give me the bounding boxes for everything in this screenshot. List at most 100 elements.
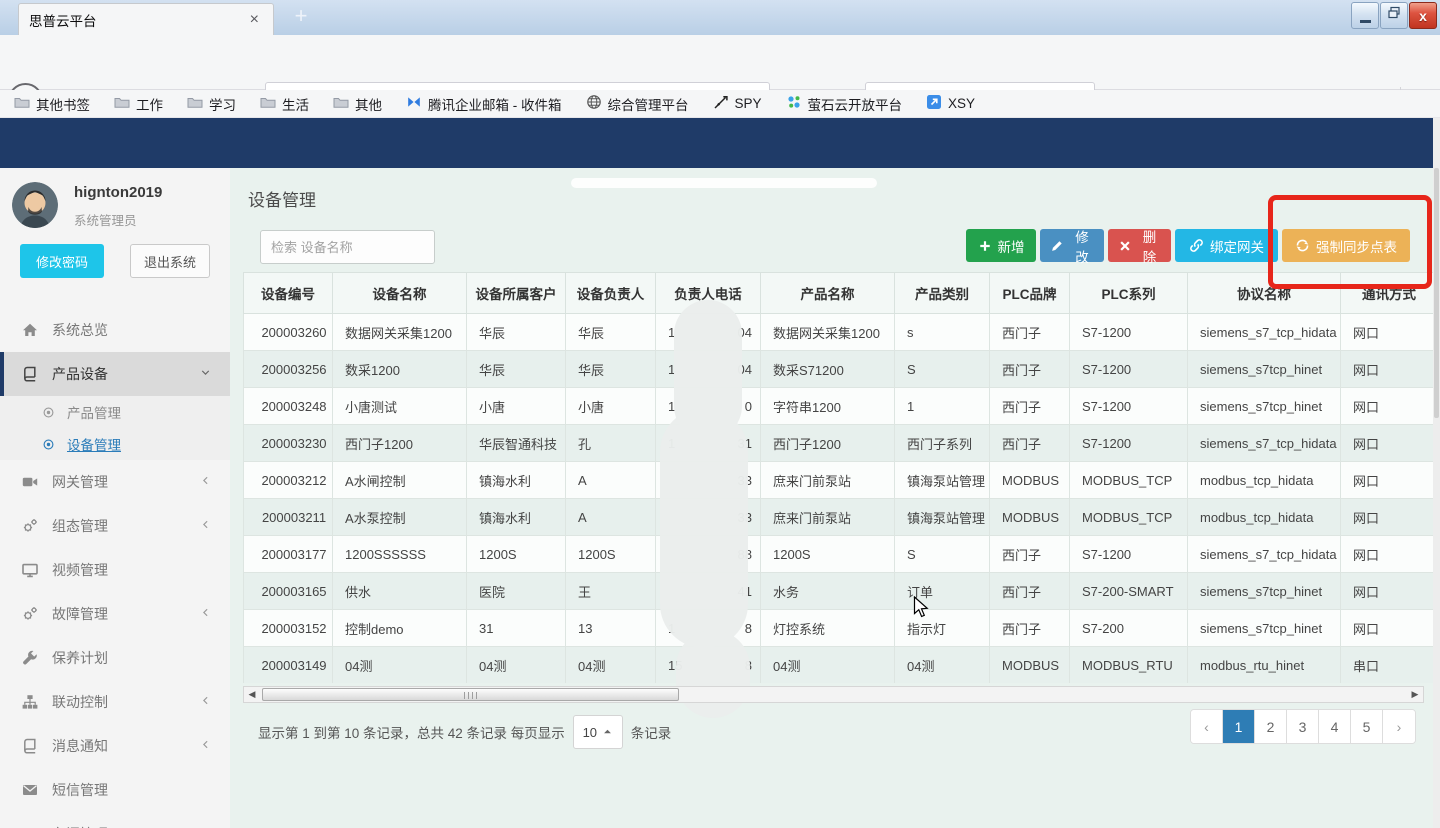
table-header-cell: 产品类别	[895, 273, 990, 314]
sidebar-item-10[interactable]: 短信管理	[0, 768, 230, 812]
sidebar-item-5[interactable]: 视频管理	[0, 548, 230, 592]
table-hscrollbar-thumb[interactable]	[262, 688, 679, 701]
bookmark-item[interactable]: 其他	[333, 94, 382, 114]
cell-device-name: 1200SSSSSS	[333, 536, 467, 573]
sidebar-item-1[interactable]: 系统总览	[0, 308, 230, 352]
cell-customer: 镇海水利	[467, 462, 566, 499]
sidebar-item-8[interactable]: 联动控制	[0, 680, 230, 724]
sidebar-item-9[interactable]: 消息通知	[0, 724, 230, 768]
caret-up-icon	[602, 725, 613, 740]
table-row[interactable]: 200003211A水泵控制镇海水利A33庶来门前泵站镇海泵站管理MODBUSM…	[244, 499, 1434, 536]
sitemap-icon	[22, 694, 38, 710]
action-label: 新增	[998, 236, 1025, 256]
sidebar-item-2[interactable]: 产品设备	[0, 352, 230, 396]
sidebar-item-4[interactable]: 组态管理	[0, 504, 230, 548]
new-tab-button[interactable]: +	[286, 2, 316, 32]
page-5[interactable]: 5	[1351, 710, 1383, 743]
cross-icon	[1118, 239, 1132, 253]
cell-plc-brand: 西门子	[990, 573, 1070, 610]
cell-product-type: 镇海泵站管理	[895, 499, 990, 536]
cell-protocol: modbus_rtu_hinet	[1188, 647, 1341, 684]
tencent-mail-icon	[406, 94, 422, 113]
window-restore-button[interactable]	[1380, 2, 1408, 29]
sidebar-item-label: 短信管理	[52, 780, 108, 800]
sidebar-item-7[interactable]: 保养计划	[0, 636, 230, 680]
cell-owner: 小唐	[566, 388, 656, 425]
bookmark-item[interactable]: 学习	[187, 94, 236, 114]
cell-comm: 网口	[1341, 499, 1434, 536]
cell-owner: A	[566, 499, 656, 536]
table-row[interactable]: 200003260数据网关采集1200华辰华辰104数据网关采集1200s西门子…	[244, 314, 1434, 351]
page-size-select[interactable]: 10	[573, 715, 623, 749]
cell-product-name: 数据网关采集1200	[761, 314, 895, 351]
bookmark-item[interactable]: 生活	[260, 94, 309, 114]
change-password-button[interactable]: 修改密码	[20, 244, 104, 278]
cell-device-name: 西门子1200	[333, 425, 467, 462]
table-row[interactable]: 200003212A水闸控制镇海水利A33庶来门前泵站镇海泵站管理MODBUSM…	[244, 462, 1434, 499]
page-next[interactable]: ›	[1383, 710, 1415, 743]
page-prev[interactable]: ‹	[1191, 710, 1223, 743]
chevron-left-icon	[199, 606, 212, 622]
cross-action-button[interactable]: 删除	[1108, 229, 1171, 262]
cell-customer: 镇海水利	[467, 499, 566, 536]
bookmark-item[interactable]: 萤石云开放平台	[786, 94, 903, 114]
pencil-action-button[interactable]: 修改	[1040, 229, 1104, 262]
page-3[interactable]: 3	[1287, 710, 1319, 743]
hscroll-right-arrow[interactable]: ▶	[1407, 687, 1423, 702]
cell-product-name: 庶来门前泵站	[761, 499, 895, 536]
cell-customer: 华辰	[467, 351, 566, 388]
sidebar-item-11[interactable]: 车间管理	[0, 812, 230, 828]
table-header-cell: 设备编号	[244, 273, 333, 314]
cell-plc-series: S7-1200	[1070, 351, 1188, 388]
table-row[interactable]: 200003256数采1200华辰华辰104数采S71200S西门子S7-120…	[244, 351, 1434, 388]
window-minimize-button[interactable]	[1351, 2, 1379, 29]
page-4[interactable]: 4	[1319, 710, 1351, 743]
plus-action-button[interactable]: 新增	[966, 229, 1036, 262]
cell-product-type: 订单	[895, 573, 990, 610]
bookmark-item[interactable]: 工作	[114, 94, 163, 114]
sidebar-item-label: 产品设备	[52, 364, 108, 384]
page-vscrollbar-thumb[interactable]	[1434, 168, 1439, 418]
window-titlebar: 思普云平台 × + x	[0, 0, 1440, 35]
cell-device-id: 200003248	[244, 388, 333, 425]
plus-icon	[978, 239, 992, 253]
bookmark-item[interactable]: 其他书签	[14, 94, 90, 114]
bookmark-item[interactable]: 腾讯企业邮箱 - 收件箱	[406, 94, 562, 114]
sidebar-subitem-label[interactable]: 设备管理	[67, 434, 121, 454]
sidebar-subitem[interactable]: 产品管理	[0, 396, 230, 428]
cell-plc-brand: 西门子	[990, 314, 1070, 351]
cell-protocol: siemens_s7tcp_hinet	[1188, 388, 1341, 425]
book-icon	[22, 366, 38, 382]
bookmark-item[interactable]: 综合管理平台	[586, 94, 689, 114]
sidebar-item-3[interactable]: 网关管理	[0, 460, 230, 504]
cell-plc-brand: MODBUS	[990, 647, 1070, 684]
cell-protocol: siemens_s7_tcp_hidata	[1188, 425, 1341, 462]
cell-device-name: 数据网关采集1200	[333, 314, 467, 351]
table-row[interactable]: 2000031771200SSSSSS1200S1200S881200SS西门子…	[244, 536, 1434, 573]
bookmark-item[interactable]: SPY	[713, 94, 762, 113]
wrench-icon	[22, 650, 38, 666]
table-row[interactable]: 200003152控制demo311318灯控系统指示灯西门子S7-200sie…	[244, 610, 1434, 647]
hscroll-left-arrow[interactable]: ◀	[244, 687, 260, 702]
chevron-left-icon	[199, 518, 212, 534]
cell-protocol: siemens_s7tcp_hinet	[1188, 573, 1341, 610]
table-row[interactable]: 200003230西门子1200华辰智通科技孔131西门子1200西门子系列西门…	[244, 425, 1434, 462]
table-row[interactable]: 20000314904测04测04测15804测04测MODBUSMODBUS_…	[244, 647, 1434, 684]
restore-icon	[1386, 5, 1402, 26]
sidebar-subitem-label[interactable]: 产品管理	[67, 402, 121, 422]
table-row[interactable]: 200003165供水医院王41水务订单西门子S7-200-SMARTsieme…	[244, 573, 1434, 610]
sidebar-subitem[interactable]: 设备管理	[0, 428, 230, 460]
page-2[interactable]: 2	[1255, 710, 1287, 743]
table-header-cell: 产品名称	[761, 273, 895, 314]
table-row[interactable]: 200003248小唐测试小唐小唐10字符串12001西门子S7-1200sie…	[244, 388, 1434, 425]
browser-tab[interactable]: 思普云平台 ×	[18, 3, 274, 35]
link-action-button[interactable]: 绑定网关	[1175, 229, 1278, 262]
page-1[interactable]: 1	[1223, 710, 1255, 743]
logout-button[interactable]: 退出系统	[130, 244, 210, 278]
bookmark-item[interactable]: XSY	[926, 94, 975, 113]
sidebar-item-6[interactable]: 故障管理	[0, 592, 230, 636]
tab-close-icon[interactable]: ×	[246, 11, 263, 29]
window-close-button[interactable]: x	[1409, 2, 1437, 29]
device-search-input[interactable]	[260, 230, 435, 264]
app-navbar	[0, 118, 1440, 168]
